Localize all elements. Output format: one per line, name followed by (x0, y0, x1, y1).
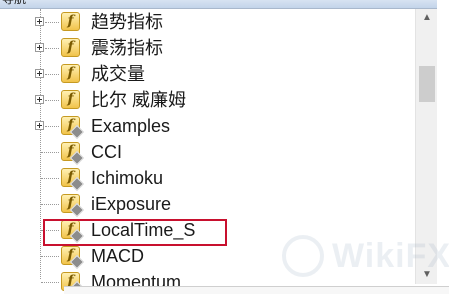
tree-folder-oscillators[interactable]: f 震荡指标 (0, 35, 415, 61)
expand-icon[interactable] (35, 43, 44, 52)
tree-item-label[interactable]: MACD (91, 243, 144, 269)
expand-icon[interactable] (35, 17, 44, 26)
indicator-icon: f (61, 194, 85, 218)
tree-item-label[interactable]: iExposure (91, 191, 171, 217)
function-icon: f (61, 90, 80, 109)
scrollbar-thumb[interactable] (419, 66, 435, 102)
tree-folder-bill-williams[interactable]: f 比尔 威廉姆 (0, 87, 415, 113)
tree-item-iexposure[interactable]: f iExposure (0, 191, 415, 218)
function-icon: f (61, 12, 80, 31)
function-icon: f (61, 64, 80, 83)
expand-icon[interactable] (35, 69, 44, 78)
expand-icon[interactable] (35, 121, 44, 130)
tree-item-label[interactable]: 成交量 (91, 61, 145, 87)
tree-item-label[interactable]: CCI (91, 139, 122, 165)
indicator-icon: f (61, 168, 85, 192)
tree-item-label[interactable]: 趋势指标 (91, 9, 163, 35)
navigator-tree[interactable]: f 趋势指标 f 震荡指标 f 成交量 f 比尔 威廉姆 f Examples … (0, 9, 415, 293)
tree-folder-volume[interactable]: f 成交量 (0, 61, 415, 87)
scroll-up-arrow-icon[interactable]: ▲ (416, 9, 438, 27)
function-icon: f (61, 38, 80, 57)
tree-item-label[interactable]: 比尔 威廉姆 (91, 87, 186, 113)
tree-folder-trend[interactable]: f 趋势指标 (0, 9, 415, 35)
panel-header: 导航 (0, 0, 449, 9)
tree-item-label[interactable]: 震荡指标 (91, 35, 163, 61)
function-icon: f (61, 116, 85, 140)
tree-folder-examples[interactable]: f Examples (0, 113, 415, 140)
vertical-scrollbar[interactable]: ▲ ▼ (415, 9, 438, 284)
tree-item-ichimoku[interactable]: f Ichimoku (0, 165, 415, 192)
indicator-icon: f (61, 246, 85, 270)
tree-item-macd[interactable]: f MACD (0, 243, 415, 270)
tree-item-cci[interactable]: f CCI (0, 139, 415, 166)
tree-item-label[interactable]: Examples (91, 113, 170, 139)
scroll-down-arrow-icon[interactable]: ▼ (416, 266, 438, 284)
window-edge (437, 0, 449, 293)
indicator-icon: f (61, 142, 85, 166)
tree-item-label[interactable]: Ichimoku (91, 165, 163, 191)
highlight-box (43, 219, 227, 246)
expand-icon[interactable] (35, 95, 44, 104)
panel-title: 导航 (2, 0, 26, 6)
